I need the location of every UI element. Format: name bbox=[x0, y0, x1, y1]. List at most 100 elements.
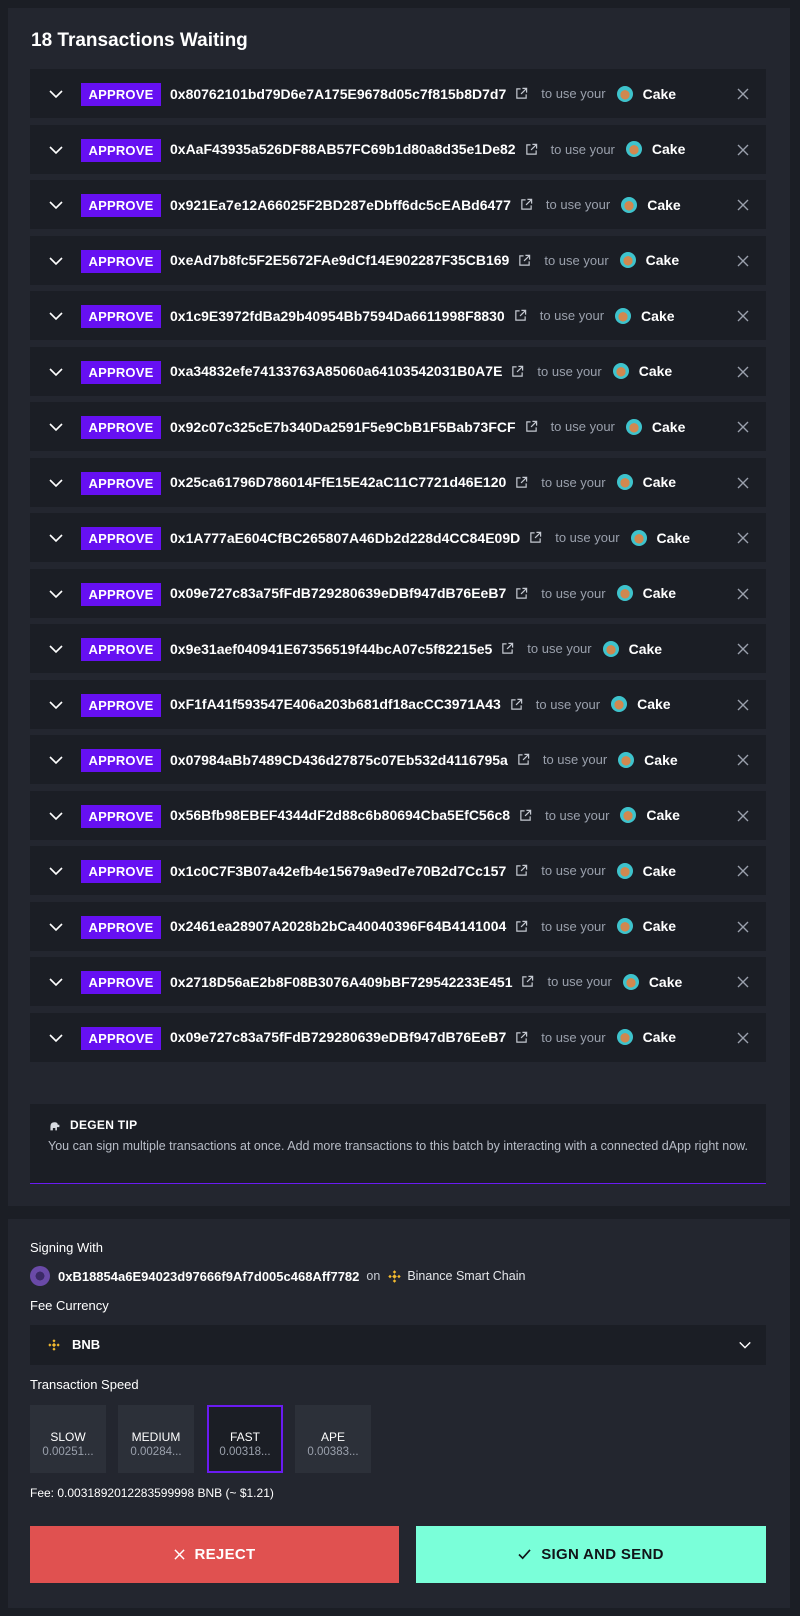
chevron-down-icon[interactable] bbox=[48, 364, 64, 380]
token-name: Cake bbox=[648, 973, 683, 990]
chevron-down-icon[interactable] bbox=[48, 1030, 64, 1046]
spender-address: 0x2461ea28907A2028b2bCa40040396F64B41410… bbox=[170, 918, 507, 934]
chevron-down-icon[interactable] bbox=[48, 586, 64, 602]
external-link-icon[interactable] bbox=[511, 365, 524, 378]
close-icon[interactable] bbox=[736, 420, 750, 434]
chevron-down-icon[interactable] bbox=[48, 308, 64, 324]
external-link-icon[interactable] bbox=[501, 642, 514, 655]
close-icon[interactable] bbox=[736, 864, 750, 878]
chevron-down-icon[interactable] bbox=[48, 419, 64, 435]
close-icon[interactable] bbox=[736, 87, 750, 101]
use-text: to use your bbox=[545, 807, 610, 823]
chevron-down-icon[interactable] bbox=[48, 197, 64, 213]
token-name: Cake bbox=[637, 696, 671, 712]
close-icon[interactable] bbox=[736, 753, 750, 767]
speed-option-slow[interactable]: SLOW 0.00251... bbox=[30, 1405, 106, 1473]
transaction-row[interactable]: APPROVE 0x1c9E3972fdBa29b40954Bb7594Da661… bbox=[30, 291, 766, 340]
cake-token-icon bbox=[615, 307, 632, 324]
fee-currency-select[interactable]: BNB bbox=[30, 1325, 766, 1365]
chevron-down-icon[interactable] bbox=[48, 641, 64, 657]
close-icon[interactable] bbox=[736, 365, 750, 379]
transaction-row[interactable]: APPROVE 0x2461ea28907A2028b2bCa40040396F6… bbox=[30, 901, 766, 951]
transaction-row[interactable]: APPROVE 0x2718D56aE2b8F08B3076A409bBF7295… bbox=[30, 957, 766, 1006]
speed-value: 0.00284... bbox=[130, 1446, 182, 1458]
close-icon[interactable] bbox=[736, 476, 750, 490]
transaction-row[interactable]: APPROVE 0xF1fA41f593547E406a203b681df18ac… bbox=[30, 679, 766, 729]
speed-option-medium[interactable]: MEDIUM 0.00284... bbox=[118, 1405, 194, 1473]
use-text: to use your bbox=[541, 918, 606, 934]
close-icon[interactable] bbox=[736, 531, 750, 545]
chevron-down-icon[interactable] bbox=[48, 919, 64, 935]
external-link-icon[interactable] bbox=[521, 975, 534, 988]
close-icon[interactable] bbox=[736, 642, 750, 656]
external-link-icon[interactable] bbox=[510, 698, 523, 711]
close-icon[interactable] bbox=[736, 698, 750, 712]
chevron-down-icon[interactable] bbox=[48, 863, 64, 879]
close-icon[interactable] bbox=[736, 254, 750, 268]
transaction-row[interactable]: APPROVE 0xa34832efe74133763A85060a6410354… bbox=[30, 346, 766, 396]
transaction-row[interactable]: APPROVE 0x09e727c83a75fFdB729280639eDBf94… bbox=[30, 568, 766, 618]
external-link-icon[interactable] bbox=[525, 420, 538, 433]
chevron-down-icon[interactable] bbox=[48, 86, 64, 102]
external-link-icon[interactable] bbox=[515, 1031, 528, 1044]
chevron-down-icon[interactable] bbox=[48, 142, 64, 158]
close-icon[interactable] bbox=[736, 587, 750, 601]
cake-token-icon bbox=[602, 640, 619, 657]
chevron-down-icon[interactable] bbox=[48, 752, 64, 768]
external-link-icon[interactable] bbox=[517, 753, 530, 766]
external-link-icon[interactable] bbox=[525, 143, 538, 156]
transaction-row[interactable]: APPROVE 0x9e31aef040941E67356519f44bcA07c… bbox=[30, 624, 766, 673]
bnb-icon bbox=[48, 1339, 60, 1351]
use-text: to use your bbox=[542, 752, 608, 767]
close-icon[interactable] bbox=[736, 309, 750, 323]
transaction-row[interactable]: APPROVE 0x1A777aE604CfBC265807A46Db2d228d… bbox=[30, 513, 766, 562]
external-link-icon[interactable] bbox=[529, 531, 542, 544]
external-link-icon[interactable] bbox=[520, 198, 533, 211]
close-icon[interactable] bbox=[736, 920, 750, 934]
sign-and-send-button[interactable]: SIGN AND SEND bbox=[416, 1526, 766, 1583]
close-icon[interactable] bbox=[736, 143, 750, 157]
chevron-down-icon[interactable] bbox=[48, 974, 64, 990]
token-name: Cake bbox=[651, 418, 686, 435]
close-icon[interactable] bbox=[736, 1031, 750, 1045]
chevron-down-icon bbox=[739, 1341, 751, 1349]
fee-text: Fee: 0.0031892012283599998 BNB (~ $1.21) bbox=[30, 1486, 274, 1500]
transaction-row[interactable]: APPROVE 0xeAd7b8fc5F2E5672FAe9dCf14E90228… bbox=[30, 235, 766, 285]
token-name: Cake bbox=[642, 918, 677, 934]
transaction-row[interactable]: APPROVE 0xAaF43935a526DF88AB57FC69b1d80a8… bbox=[30, 124, 766, 174]
close-icon[interactable] bbox=[736, 975, 750, 989]
chevron-down-icon[interactable] bbox=[48, 530, 64, 546]
external-link-icon[interactable] bbox=[515, 476, 528, 489]
transaction-row[interactable]: APPROVE 0x1c0C7F3B07a42efb4e15679a9ed7e70… bbox=[30, 846, 766, 895]
transaction-row[interactable]: APPROVE 0x92c07c325cE7b340Da2591F5e9CbB1F… bbox=[30, 402, 766, 451]
close-icon[interactable] bbox=[736, 809, 750, 823]
token-name: Cake bbox=[644, 751, 678, 768]
chevron-down-icon[interactable] bbox=[48, 697, 64, 713]
speed-option-fast[interactable]: FAST 0.00318... bbox=[207, 1405, 283, 1473]
chevron-down-icon[interactable] bbox=[48, 253, 64, 269]
transaction-row[interactable]: APPROVE 0x25ca61796D786014FfE15E42aC11C77… bbox=[30, 457, 766, 507]
use-text: to use your bbox=[544, 252, 609, 268]
external-link-icon[interactable] bbox=[515, 864, 528, 877]
chevron-down-icon[interactable] bbox=[48, 808, 64, 824]
token-name: Cake bbox=[651, 141, 686, 157]
external-link-icon[interactable] bbox=[518, 254, 531, 267]
external-link-icon[interactable] bbox=[514, 309, 527, 322]
external-link-icon[interactable] bbox=[515, 87, 528, 100]
speed-option-ape[interactable]: APE 0.00383... bbox=[295, 1405, 371, 1473]
external-link-icon[interactable] bbox=[519, 809, 532, 822]
chevron-down-icon[interactable] bbox=[48, 475, 64, 491]
transaction-row[interactable]: APPROVE 0x56Bfb98EBEF4344dF2d88c6b80694Cb… bbox=[30, 790, 766, 840]
external-link-icon[interactable] bbox=[515, 587, 528, 600]
transaction-row[interactable]: APPROVE 0x09e727c83a75fFdB729280639eDBf94… bbox=[30, 1012, 766, 1062]
close-icon[interactable] bbox=[736, 198, 750, 212]
transaction-row[interactable]: APPROVE 0x07984aBb7489CD436d27875c07Eb532… bbox=[30, 735, 766, 784]
spender-address: 0xAaF43935a526DF88AB57FC69b1d80a8d35e1De… bbox=[170, 141, 516, 157]
external-link-icon[interactable] bbox=[515, 920, 528, 933]
transaction-row[interactable]: APPROVE 0x921Ea7e12A66025F2BD287eDbff6dc5… bbox=[30, 180, 766, 229]
transaction-row[interactable]: APPROVE 0x80762101bd79D6e7A175E9678d05c7f… bbox=[30, 69, 766, 118]
approve-badge: APPROVE bbox=[81, 305, 161, 328]
token-name: Cake bbox=[641, 307, 675, 324]
reject-button[interactable]: REJECT bbox=[30, 1526, 399, 1583]
chain-name: Binance Smart Chain bbox=[407, 1269, 526, 1283]
